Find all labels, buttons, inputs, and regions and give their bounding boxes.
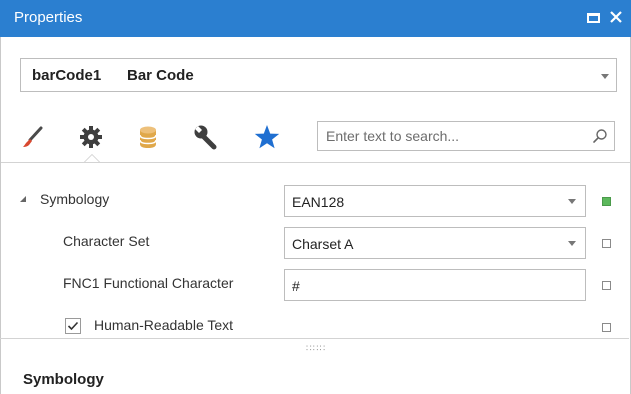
maximize-icon [587, 13, 600, 23]
search-icon[interactable] [592, 128, 608, 144]
property-label: Character Set [63, 233, 150, 249]
database-icon [139, 126, 157, 148]
object-selector[interactable]: barCode1 Bar Code [20, 58, 617, 92]
window-titlebar: Properties [0, 0, 631, 37]
modified-marker[interactable] [602, 197, 611, 206]
property-value: Charset A [292, 236, 354, 252]
property-row-symbology: Symbology EAN128 [1, 180, 630, 222]
property-row-human-readable: Human-Readable Text [1, 306, 630, 348]
wrench-icon [194, 125, 217, 150]
search-input[interactable] [318, 122, 588, 150]
default-marker[interactable] [602, 323, 611, 332]
properties-panel: barCode1 Bar Code Enter text to search..… [0, 37, 631, 394]
chevron-down-icon [601, 74, 609, 79]
close-icon [610, 11, 622, 23]
description-splitter[interactable] [0, 338, 629, 339]
property-row-fnc1: FNC1 Functional Character # [1, 264, 630, 306]
chevron-down-icon [568, 241, 576, 246]
fnc1-input[interactable]: # [284, 269, 586, 301]
property-value: # [292, 278, 300, 294]
default-marker[interactable] [602, 239, 611, 248]
property-label: FNC1 Functional Character [63, 275, 234, 291]
tab-favorites[interactable] [253, 123, 281, 151]
close-button[interactable] [609, 10, 625, 26]
toolbar-separator [1, 162, 630, 163]
property-value: EAN128 [292, 194, 345, 210]
search-box [317, 121, 615, 151]
human-readable-checkbox[interactable] [65, 318, 81, 334]
gear-icon [80, 126, 102, 148]
property-label: Human-Readable Text [94, 317, 234, 333]
property-label: Symbology [40, 191, 110, 207]
chevron-down-icon [568, 199, 576, 204]
tab-appearance[interactable] [19, 123, 47, 151]
tab-data[interactable] [134, 123, 162, 151]
object-type: Bar Code [127, 67, 194, 84]
symbology-dropdown[interactable]: EAN128 [284, 185, 586, 217]
checkmark-icon [67, 321, 79, 331]
object-name: barCode1 [32, 67, 102, 84]
maximize-button[interactable] [586, 10, 602, 26]
star-icon [254, 125, 280, 149]
default-marker[interactable] [602, 281, 611, 290]
window-title: Properties [14, 9, 83, 26]
brush-icon [23, 126, 43, 147]
collapse-arrow-icon[interactable] [20, 196, 26, 202]
character-set-dropdown[interactable]: Charset A [284, 227, 586, 259]
splitter-grip-icon[interactable]: ∷∷∷ [306, 343, 326, 354]
description-title: Symbology [23, 371, 104, 388]
active-tab-pointer [84, 154, 100, 162]
property-row-character-set: Character Set Charset A [1, 222, 630, 264]
tab-misc[interactable] [192, 123, 220, 151]
tab-behavior[interactable] [77, 123, 105, 151]
